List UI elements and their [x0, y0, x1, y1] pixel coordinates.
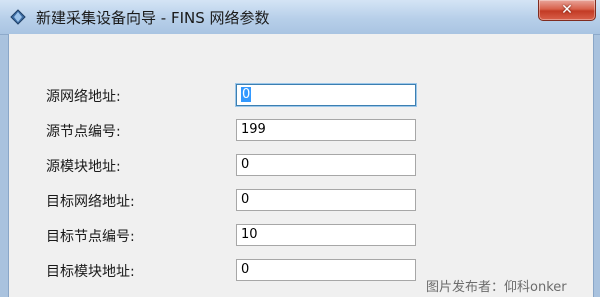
target-module-input[interactable]: 0: [236, 259, 416, 281]
field-row-source-module: 源模块地址: 0: [9, 154, 593, 178]
watermark-text: 图片发布者：仰科onker: [426, 280, 567, 295]
target-network-input[interactable]: 0: [236, 189, 416, 211]
field-row-target-node: 目标节点编号: 10: [9, 224, 593, 248]
source-network-input[interactable]: 0: [236, 84, 416, 106]
title-bar[interactable]: 新建采集设备向导 - FINS 网络参数 ✕: [0, 0, 600, 35]
wizard-window: 新建采集设备向导 - FINS 网络参数 ✕ 源网络地址: 0 源节点编号: 1…: [0, 0, 600, 297]
source-network-label: 源网络地址:: [46, 89, 121, 105]
target-node-label: 目标节点编号:: [46, 229, 135, 245]
target-module-label: 目标模块地址:: [46, 264, 135, 280]
source-node-label: 源节点编号:: [46, 124, 121, 140]
target-node-input[interactable]: 10: [236, 224, 416, 246]
field-row-source-node: 源节点编号: 199: [9, 119, 593, 143]
form-panel: 源网络地址: 0 源节点编号: 199 源模块地址: 0 目标网络地址: 0 目…: [8, 34, 594, 297]
close-icon: ✕: [561, 2, 573, 18]
window-title: 新建采集设备向导 - FINS 网络参数: [36, 9, 270, 27]
close-button[interactable]: ✕: [538, 0, 596, 21]
wizard-diamond-icon: [10, 9, 26, 25]
source-network-value: 0: [241, 87, 252, 102]
source-module-input[interactable]: 0: [236, 154, 416, 176]
source-module-label: 源模块地址:: [46, 159, 121, 175]
field-row-source-network: 源网络地址: 0: [9, 84, 593, 108]
source-node-input[interactable]: 199: [236, 119, 416, 141]
target-network-label: 目标网络地址:: [46, 194, 135, 210]
field-row-target-network: 目标网络地址: 0: [9, 189, 593, 213]
